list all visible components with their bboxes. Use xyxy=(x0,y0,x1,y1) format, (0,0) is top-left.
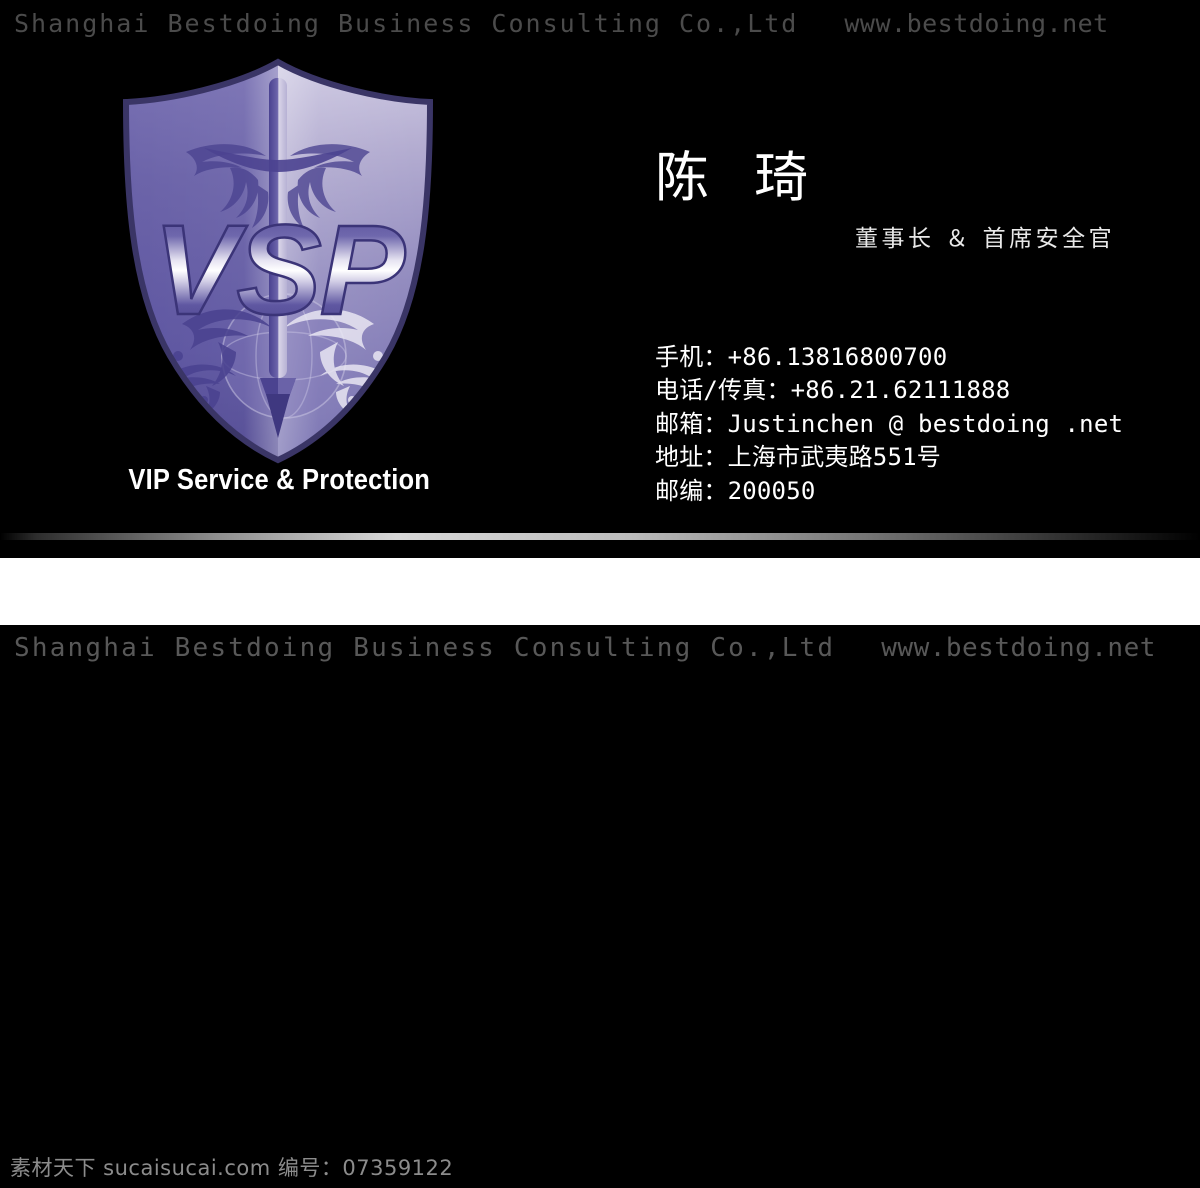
card-header-english: Shanghai Bestdoing Business Consulting C… xyxy=(0,625,1200,671)
card-header-chinese: Shanghai Bestdoing Business Consulting C… xyxy=(0,0,1200,46)
vsp-wordmark: VSP xyxy=(153,199,406,342)
website-header: www.bestdoing.net xyxy=(844,8,1109,38)
vsp-shield-logo: VSP xyxy=(108,56,448,466)
shield-body: VSP xyxy=(126,62,430,460)
business-card-english: Shanghai Bestdoing Business Consulting C… xyxy=(0,625,1200,1188)
business-card-chinese: Shanghai Bestdoing Business Consulting C… xyxy=(0,0,1200,558)
contact-panel-chinese: 陈 琦 董事长 ＆ 首席安全官 手机：+86.13816800700 电话/传真… xyxy=(655,146,1175,509)
stock-watermark: 素材天下 sucaisucai.com 编号：07359122 xyxy=(10,1156,454,1180)
contact-telfax: 电话/传真：+86.21.62111888 xyxy=(655,376,1011,405)
website-header: www.bestdoing.net xyxy=(881,633,1156,663)
company-name-header: Shanghai Bestdoing Business Consulting C… xyxy=(14,8,799,38)
contact-email: 邮箱：Justinchen @ bestdoing .net xyxy=(655,409,1124,438)
shield-icon: VSP xyxy=(122,58,434,464)
business-card-sheet: Shanghai Bestdoing Business Consulting C… xyxy=(0,0,1200,1188)
logo-tagline: VIP Service & Protection xyxy=(128,464,431,496)
contact-mobile: 手机：+86.13816800700 xyxy=(655,342,948,371)
person-name: 陈 琦 xyxy=(655,146,823,209)
contact-postcode: 邮编：200050 xyxy=(655,477,816,506)
contact-list: 手机：+86.13816800700 电话/传真：+86.21.62111888… xyxy=(655,341,1175,509)
company-name-header: Shanghai Bestdoing Business Consulting C… xyxy=(14,633,836,663)
person-title: 董事长 ＆ 首席安全官 xyxy=(855,225,1116,252)
logo-block-chinese: VSP VIP Service & Protection xyxy=(108,56,448,497)
silver-divider-line xyxy=(0,533,1200,540)
contact-address: 地址：上海市武夷路551号 xyxy=(655,443,941,472)
